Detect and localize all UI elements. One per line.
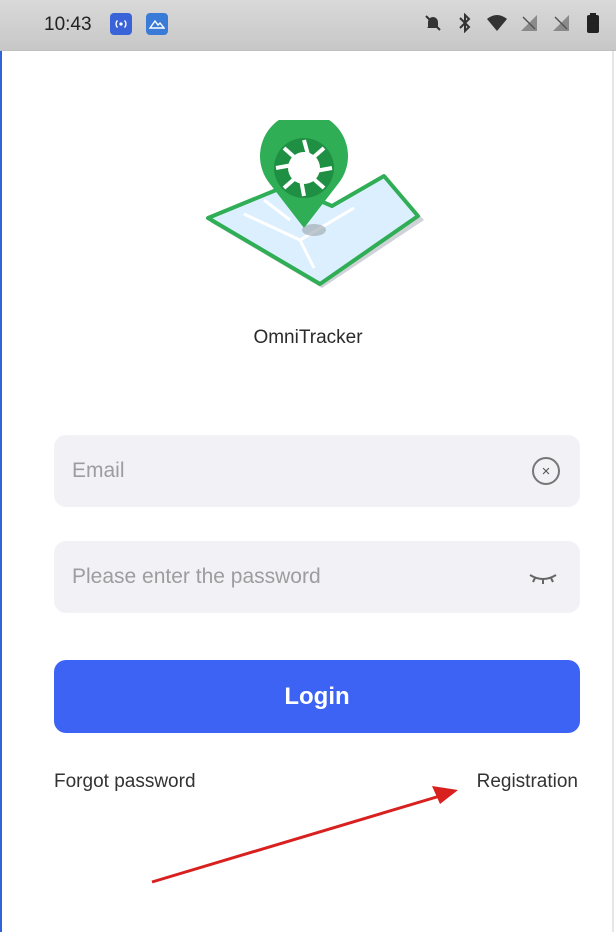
status-time: 10:43	[44, 14, 92, 35]
forgot-password-link[interactable]: Forgot password	[54, 771, 196, 793]
battery-icon	[582, 12, 604, 34]
email-field[interactable]: ×	[54, 435, 580, 507]
bluetooth-icon	[454, 12, 476, 34]
login-button[interactable]: Login	[54, 660, 580, 733]
signal-icon-2	[550, 12, 572, 34]
email-input[interactable]	[70, 458, 532, 484]
registration-link[interactable]: Registration	[477, 771, 578, 793]
status-bar: 10:43	[0, 0, 616, 51]
clear-icon[interactable]: ×	[532, 457, 560, 485]
status-icons	[422, 12, 604, 34]
app-notification-icon	[146, 13, 168, 35]
app-title: OmniTracker	[253, 327, 363, 348]
password-field[interactable]	[54, 541, 580, 613]
app-logo-icon	[206, 120, 424, 288]
wifi-icon	[486, 12, 508, 34]
hotspot-notification-icon	[110, 13, 132, 35]
eye-closed-icon[interactable]	[526, 567, 560, 587]
bell-off-icon	[422, 12, 444, 34]
signal-icon	[518, 12, 540, 34]
password-input[interactable]	[70, 564, 526, 590]
